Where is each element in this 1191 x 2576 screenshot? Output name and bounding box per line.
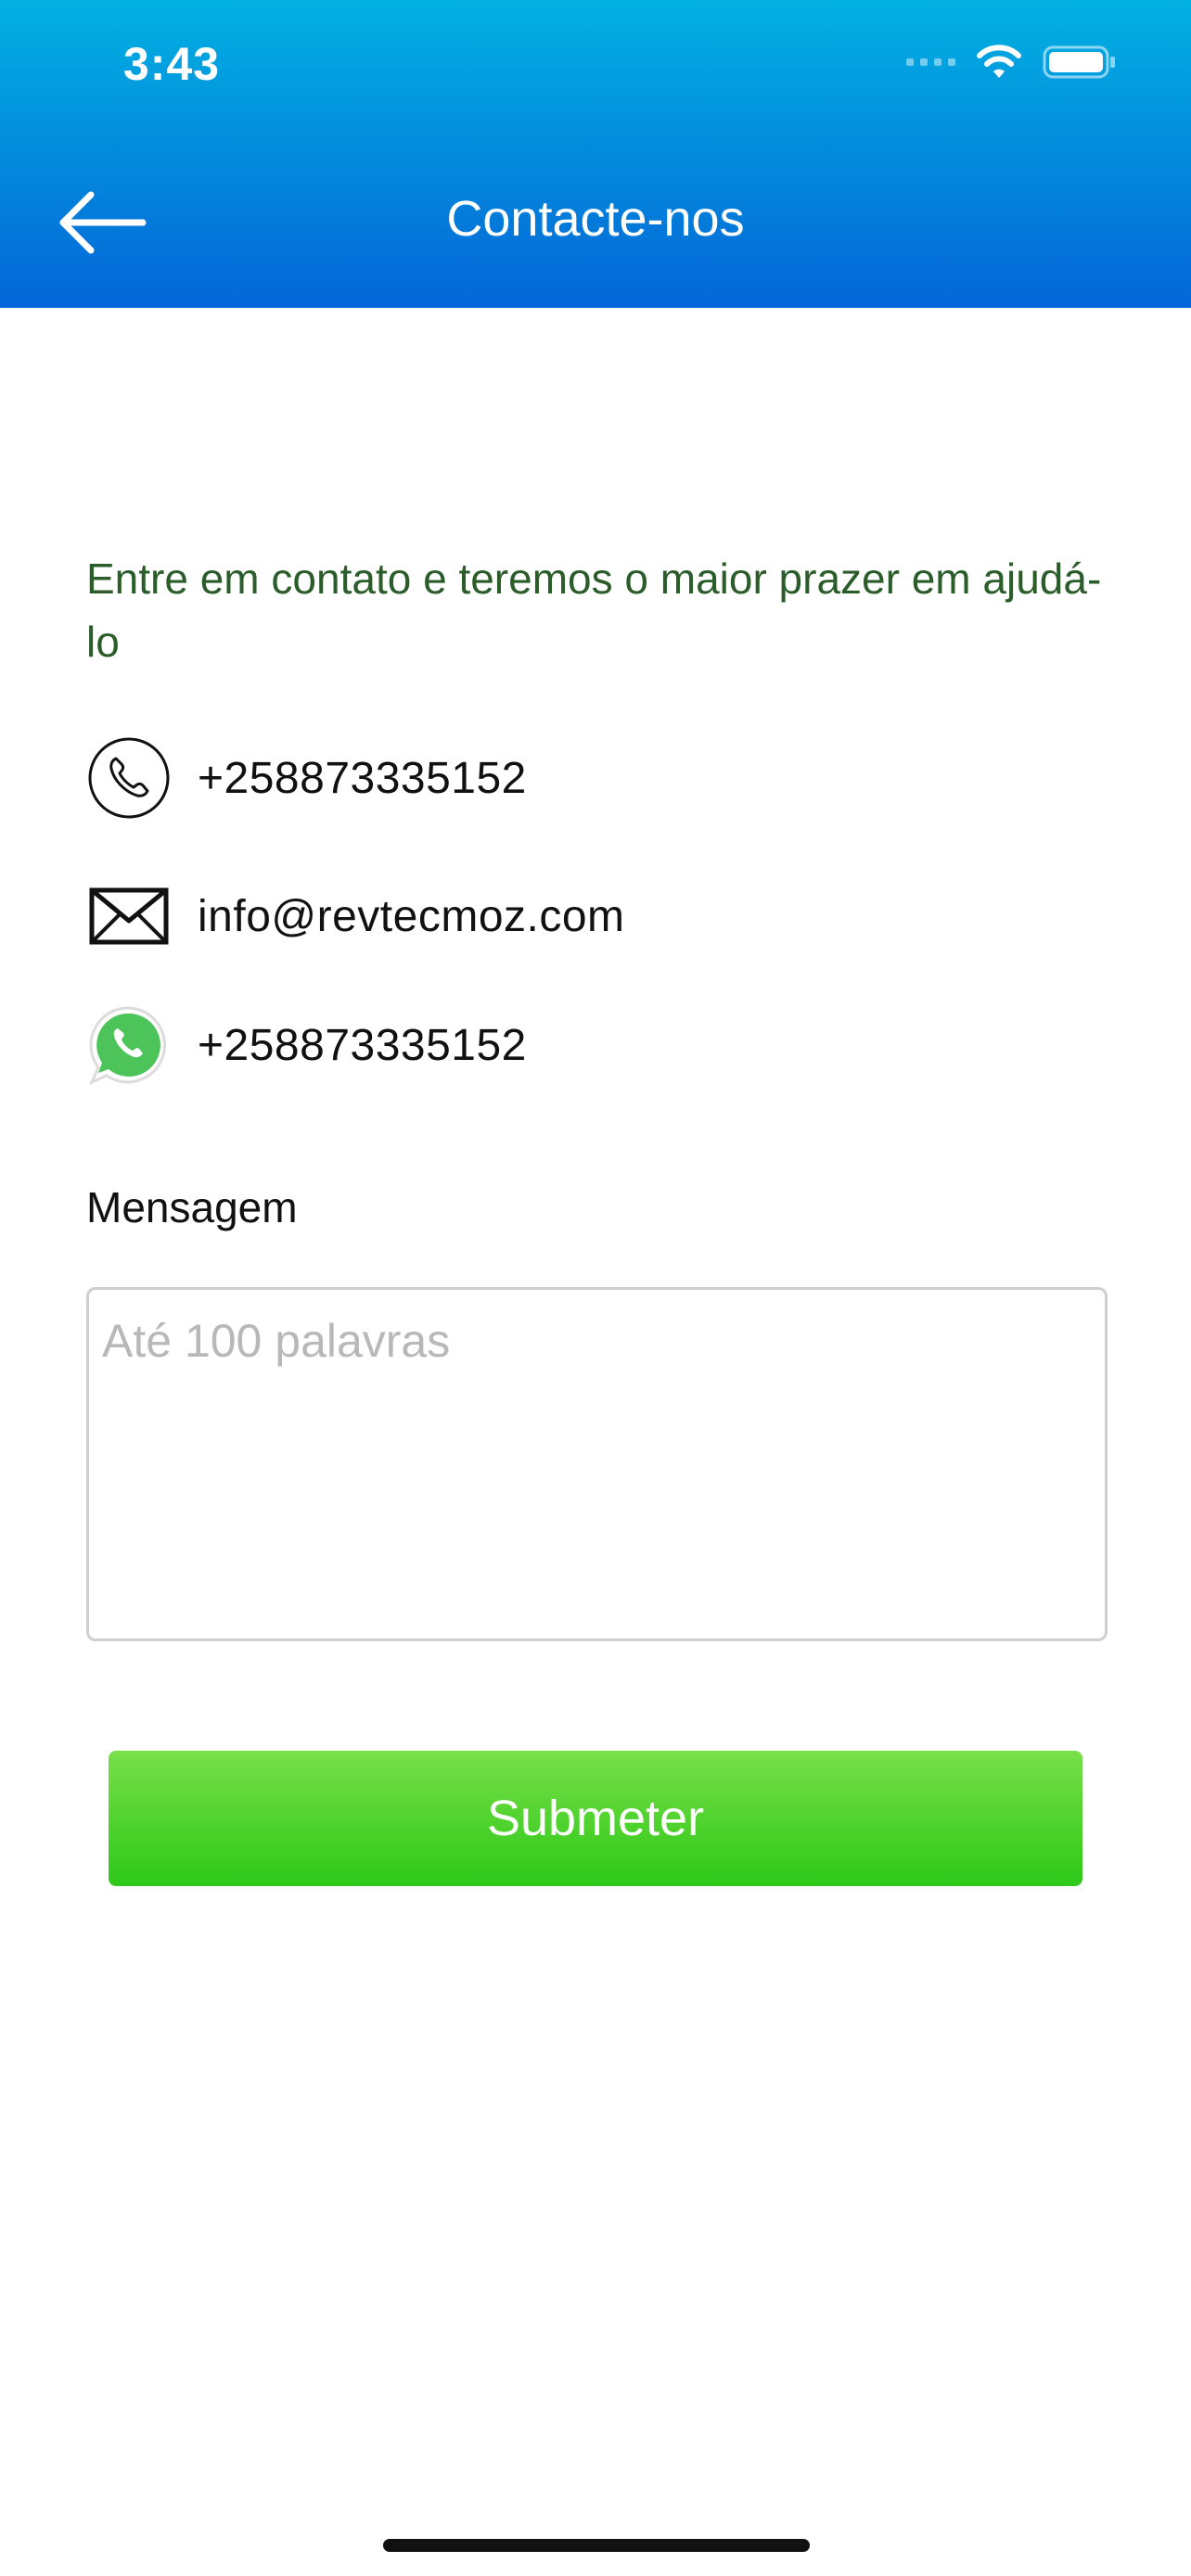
contact-phone[interactable]: +258873335152 bbox=[86, 735, 527, 821]
envelope-icon bbox=[86, 874, 172, 959]
status-icons bbox=[906, 45, 1117, 80]
app-header: 3:43 Contacte-nos bbox=[0, 0, 1191, 308]
home-indicator bbox=[383, 2539, 810, 2552]
message-input[interactable] bbox=[86, 1287, 1108, 1641]
back-button[interactable] bbox=[58, 185, 160, 260]
status-time: 3:43 bbox=[123, 38, 221, 90]
contact-whatsapp[interactable]: +258873335152 bbox=[86, 1002, 527, 1088]
intro-text: Entre em contato e teremos o maior praze… bbox=[86, 555, 1102, 666]
whatsapp-number: +258873335152 bbox=[198, 1020, 527, 1070]
email-address: info@revtecmoz.com bbox=[198, 891, 625, 941]
phone-icon bbox=[86, 735, 172, 821]
battery-icon bbox=[1043, 45, 1115, 79]
wifi-icon bbox=[977, 45, 1021, 78]
contact-email[interactable]: info@revtecmoz.com bbox=[86, 874, 625, 959]
message-label: Mensagem bbox=[86, 1183, 298, 1231]
whatsapp-icon bbox=[86, 1002, 172, 1088]
submit-button[interactable]: Submeter bbox=[109, 1751, 1082, 1886]
phone-number: +258873335152 bbox=[198, 753, 527, 803]
signal-icon bbox=[906, 58, 955, 66]
arrow-left-icon bbox=[59, 191, 147, 254]
page-title: Contacte-nos bbox=[446, 191, 745, 247]
